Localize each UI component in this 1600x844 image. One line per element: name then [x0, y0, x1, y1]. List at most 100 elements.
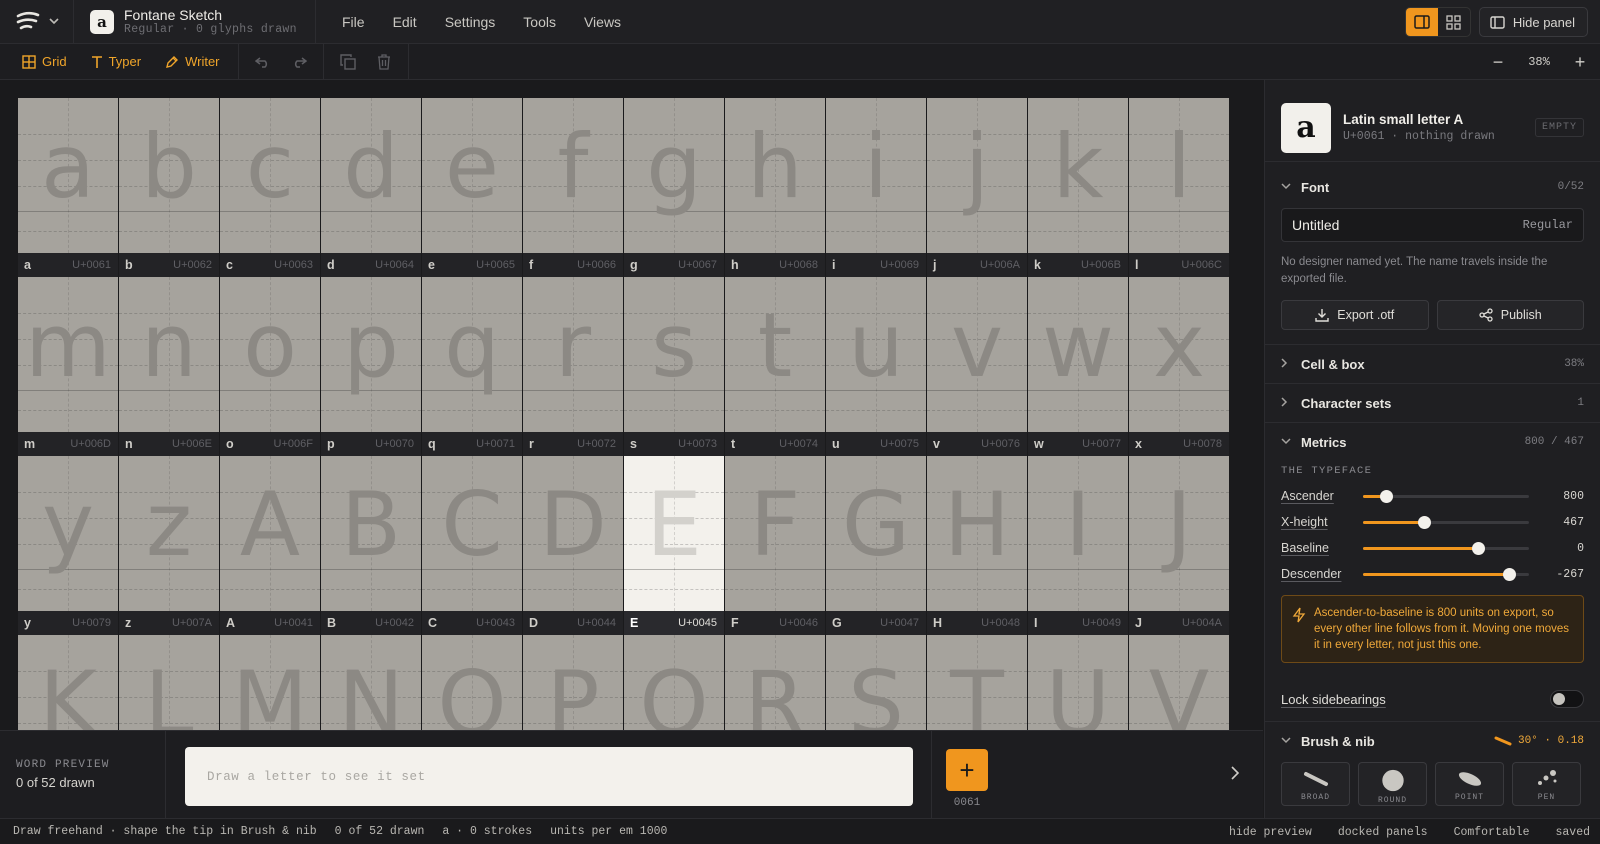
glyph-cell-e[interactable]: e e U+0065 [422, 98, 523, 277]
glyph-drawing-area[interactable]: t [725, 277, 825, 432]
glyph-drawing-area[interactable]: U [1028, 635, 1128, 730]
zoom-out-button[interactable]: − [1478, 44, 1518, 80]
glyph-drawing-area[interactable]: E [624, 456, 724, 611]
glyph-drawing-area[interactable]: z [119, 456, 219, 611]
glyph-cell-A[interactable]: A A U+0041 [220, 456, 321, 635]
slider-thumb[interactable] [1380, 489, 1394, 503]
glyph-cell-N[interactable]: N [321, 635, 422, 730]
typer-mode-button[interactable]: Typer [79, 44, 154, 80]
glyph-cell-E[interactable]: E E U+0045 [624, 456, 725, 635]
glyph-cell-u[interactable]: u u U+0075 [826, 277, 927, 456]
glyph-cell-m[interactable]: m m U+006D [18, 277, 119, 456]
glyph-drawing-area[interactable]: M [220, 635, 320, 730]
glyph-drawing-area[interactable]: j [927, 98, 1027, 253]
glyph-drawing-area[interactable]: c [220, 98, 320, 253]
app-menu-button[interactable] [0, 0, 74, 44]
glyph-cell-x[interactable]: x x U+0078 [1129, 277, 1230, 456]
glyph-drawing-area[interactable]: F [725, 456, 825, 611]
glyph-drawing-area[interactable]: R [725, 635, 825, 730]
glyph-cell-T[interactable]: T [927, 635, 1028, 730]
cell-box-header[interactable]: Cell & box 38% [1281, 345, 1584, 383]
glyph-cell-V[interactable]: V [1129, 635, 1230, 730]
chevron-right-icon[interactable] [1230, 761, 1240, 787]
menu-file[interactable]: File [328, 0, 379, 44]
glyph-cell-p[interactable]: p p U+0070 [321, 277, 422, 456]
glyph-drawing-area[interactable]: s [624, 277, 724, 432]
glyph-cell-q[interactable]: q q U+0071 [422, 277, 523, 456]
glyph-drawing-area[interactable]: A [220, 456, 320, 611]
metric-slider[interactable] [1363, 567, 1529, 581]
glyph-drawing-area[interactable]: g [624, 98, 724, 253]
glyph-drawing-area[interactable]: b [119, 98, 219, 253]
glyph-drawing-area[interactable]: O [422, 635, 522, 730]
glyph-cell-K[interactable]: K [18, 635, 119, 730]
undo-button[interactable] [245, 44, 281, 80]
glyph-cell-f[interactable]: f f U+0066 [523, 98, 624, 277]
glyph-drawing-area[interactable]: I [1028, 456, 1128, 611]
glyph-cell-v[interactable]: v v U+0076 [927, 277, 1028, 456]
glyph-drawing-area[interactable]: o [220, 277, 320, 432]
glyph-drawing-area[interactable]: i [826, 98, 926, 253]
glyph-drawing-area[interactable]: V [1129, 635, 1229, 730]
hide-panel-button[interactable]: Hide panel [1478, 7, 1588, 37]
glyph-cell-w[interactable]: w w U+0077 [1028, 277, 1129, 456]
glyph-cell-b[interactable]: b b U+0062 [119, 98, 220, 277]
glyph-cell-F[interactable]: F F U+0046 [725, 456, 826, 635]
glyph-drawing-area[interactable]: P [523, 635, 623, 730]
delete-button[interactable] [366, 44, 402, 80]
glyph-drawing-area[interactable]: a [18, 98, 118, 253]
glyph-drawing-area[interactable]: n [119, 277, 219, 432]
slider-thumb[interactable] [1418, 515, 1432, 529]
glyph-cell-z[interactable]: z z U+007A [119, 456, 220, 635]
nib-pen[interactable]: PEN [1512, 762, 1581, 806]
export-otf-button[interactable]: Export .otf [1281, 300, 1429, 330]
glyph-drawing-area[interactable]: h [725, 98, 825, 253]
glyph-cell-l[interactable]: l l U+006C [1129, 98, 1230, 277]
glyph-cell-B[interactable]: B B U+0042 [321, 456, 422, 635]
glyph-cell-d[interactable]: d d U+0064 [321, 98, 422, 277]
nib-point[interactable]: POINT [1435, 762, 1504, 806]
glyph-drawing-area[interactable]: q [422, 277, 522, 432]
glyph-drawing-area[interactable]: G [826, 456, 926, 611]
glyph-drawing-area[interactable]: k [1028, 98, 1128, 253]
density-link[interactable]: Comfortable [1454, 826, 1530, 839]
font-name-input[interactable]: Untitled Regular [1281, 208, 1584, 242]
slider-thumb[interactable] [1503, 567, 1517, 581]
glyph-canvas[interactable]: a a U+0061 b b U+0062 c c U+0063 d d U+0064 e e U+0065… [0, 80, 1263, 730]
glyph-cell-Q[interactable]: Q [624, 635, 725, 730]
glyph-drawing-area[interactable]: K [18, 635, 118, 730]
glyph-cell-P[interactable]: P [523, 635, 624, 730]
glyph-cell-G[interactable]: G G U+0047 [826, 456, 927, 635]
glyph-drawing-area[interactable]: B [321, 456, 421, 611]
docked-panels-link[interactable]: docked panels [1338, 826, 1428, 839]
add-glyph-button[interactable]: + [946, 749, 988, 791]
glyph-cell-a[interactable]: a a U+0061 [18, 98, 119, 277]
glyph-cell-y[interactable]: y y U+0079 [18, 456, 119, 635]
glyph-drawing-area[interactable]: C [422, 456, 522, 611]
glyph-cell-g[interactable]: g g U+0067 [624, 98, 725, 277]
glyph-cell-R[interactable]: R [725, 635, 826, 730]
glyph-cell-i[interactable]: i i U+0069 [826, 98, 927, 277]
glyph-drawing-area[interactable]: J [1129, 456, 1229, 611]
glyph-drawing-area[interactable]: y [18, 456, 118, 611]
menu-views[interactable]: Views [570, 0, 635, 44]
glyph-drawing-area[interactable]: D [523, 456, 623, 611]
zoom-in-button[interactable]: + [1560, 44, 1600, 80]
glyph-cell-c[interactable]: c c U+0063 [220, 98, 321, 277]
glyph-cell-n[interactable]: n n U+006E [119, 277, 220, 456]
glyph-cell-C[interactable]: C C U+0043 [422, 456, 523, 635]
glyph-cell-J[interactable]: J J U+004A [1129, 456, 1230, 635]
glyph-drawing-area[interactable]: H [927, 456, 1027, 611]
duplicate-button[interactable] [330, 44, 366, 80]
metric-slider[interactable] [1363, 515, 1529, 529]
nib-round[interactable]: ROUND [1358, 762, 1427, 806]
grid-layout-button[interactable] [1438, 8, 1470, 36]
lock-sidebearings-toggle[interactable] [1550, 690, 1584, 708]
menu-tools[interactable]: Tools [509, 0, 570, 44]
glyph-drawing-area[interactable]: r [523, 277, 623, 432]
glyph-drawing-area[interactable]: L [119, 635, 219, 730]
metric-slider[interactable] [1363, 489, 1529, 503]
redo-button[interactable] [281, 44, 317, 80]
glyph-drawing-area[interactable]: x [1129, 277, 1229, 432]
glyph-drawing-area[interactable]: Q [624, 635, 724, 730]
